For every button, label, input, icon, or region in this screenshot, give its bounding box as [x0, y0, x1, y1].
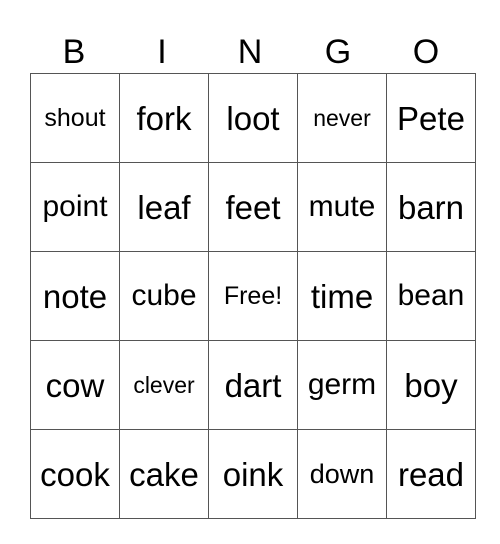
bingo-cell: clever — [119, 340, 209, 430]
bingo-cell: leaf — [119, 162, 209, 252]
bingo-cell: never — [297, 73, 387, 163]
bingo-cell: boy — [386, 340, 476, 430]
bingo-cell: down — [297, 429, 387, 519]
bingo-cell: time — [297, 251, 387, 341]
grid-row: shout fork loot never Pete — [30, 73, 476, 163]
bingo-grid: shout fork loot never Pete point leaf fe… — [30, 73, 476, 519]
grid-row: point leaf feet mute barn — [30, 162, 476, 252]
bingo-cell: cow — [30, 340, 120, 430]
bingo-cell: shout — [30, 73, 120, 163]
bingo-cell: fork — [119, 73, 209, 163]
bingo-cell: bean — [386, 251, 476, 341]
free-space-cell: Free! — [208, 251, 298, 341]
bingo-cell: feet — [208, 162, 298, 252]
grid-row: cook cake oink down read — [30, 429, 476, 519]
header-letter-b: B — [62, 33, 86, 71]
bingo-cell: cube — [119, 251, 209, 341]
bingo-cell: barn — [386, 162, 476, 252]
bingo-header: B I N G O — [30, 30, 470, 74]
bingo-cell: loot — [208, 73, 298, 163]
bingo-cell: germ — [297, 340, 387, 430]
bingo-cell: cook — [30, 429, 120, 519]
header-letter-n: N — [237, 33, 263, 71]
bingo-cell: oink — [208, 429, 298, 519]
bingo-cell: cake — [119, 429, 209, 519]
bingo-cell: dart — [208, 340, 298, 430]
bingo-cell: Pete — [386, 73, 476, 163]
header-letter-o: O — [412, 33, 440, 71]
header-letter-g: G — [324, 33, 352, 71]
bingo-cell: mute — [297, 162, 387, 252]
bingo-cell: note — [30, 251, 120, 341]
grid-row: note cube Free! time bean — [30, 251, 476, 341]
header-letter-i: I — [157, 33, 167, 71]
grid-row: cow clever dart germ boy — [30, 340, 476, 430]
bingo-cell: point — [30, 162, 120, 252]
bingo-cell: read — [386, 429, 476, 519]
